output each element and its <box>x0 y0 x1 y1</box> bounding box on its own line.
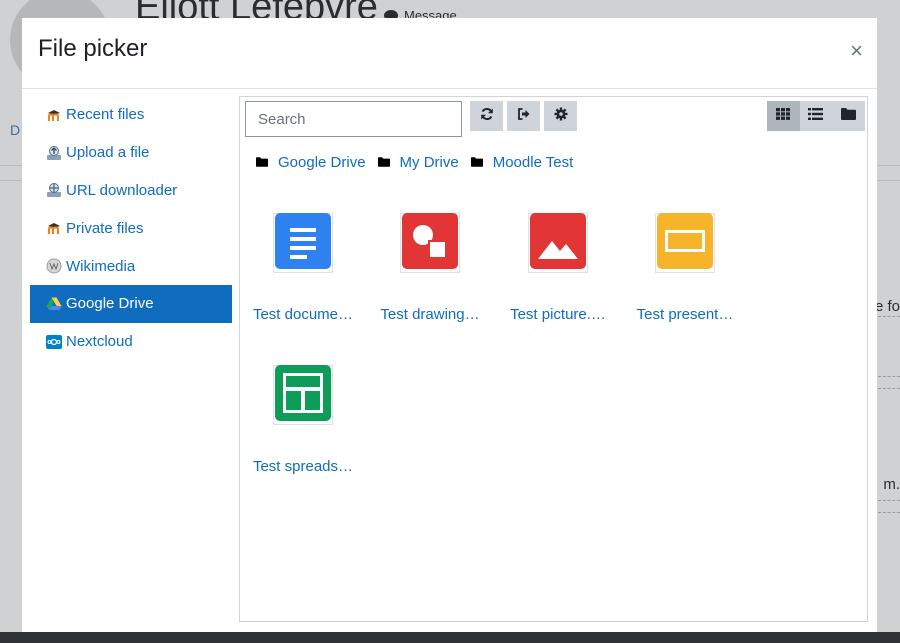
breadcrumb: Google Drive My Drive Moodle Test <box>256 154 585 171</box>
google-drive-icon <box>46 296 62 312</box>
repo-wikimedia[interactable]: Wikimedia <box>30 247 232 285</box>
repo-label: Wikimedia <box>66 257 136 275</box>
repo-nextcloud[interactable]: Nextcloud <box>30 323 232 361</box>
file-name: Test picture.… <box>510 306 606 323</box>
divider <box>878 388 900 389</box>
file-thumbnail <box>655 212 715 274</box>
search-input[interactable] <box>245 101 462 137</box>
logout-icon <box>517 107 531 126</box>
file-item-drawing[interactable]: Test drawing… <box>375 212 485 323</box>
repo-url-downloader[interactable]: URL downloader <box>30 172 232 210</box>
google-sheets-icon <box>275 364 331 426</box>
repo-label: Recent files <box>66 106 145 124</box>
refresh-icon <box>480 107 494 126</box>
file-browser-panel: Google Drive My Drive Moodle Test <box>239 96 868 622</box>
breadcrumb-item[interactable]: Google Drive <box>256 154 366 171</box>
breadcrumb-label: Google Drive <box>278 154 366 171</box>
repo-upload-file[interactable]: Upload a file <box>30 134 232 172</box>
breadcrumb-item[interactable]: Moodle Test <box>470 154 574 171</box>
grid-icon <box>776 107 791 125</box>
dialog-header: File picker × <box>22 18 877 89</box>
folder-icon <box>840 107 856 125</box>
moodle-icon <box>46 107 62 123</box>
image-icon <box>530 212 586 274</box>
file-thumbnail <box>400 212 460 274</box>
refresh-button[interactable] <box>470 101 503 131</box>
folder-icon <box>377 154 390 171</box>
list-view-button[interactable] <box>799 101 833 131</box>
file-picker-dialog: File picker × Recent files Upload a file… <box>22 18 877 632</box>
nextcloud-icon <box>46 334 62 350</box>
file-thumbnail <box>528 212 588 274</box>
divider <box>878 500 900 501</box>
file-item-spreadsheet[interactable]: Test spreads… <box>248 364 358 475</box>
divider <box>878 512 900 513</box>
moodle-icon <box>46 220 62 236</box>
repo-label: URL downloader <box>66 181 178 199</box>
breadcrumb-label: Moodle Test <box>492 154 574 171</box>
file-name: Test spreads… <box>252 458 354 475</box>
tree-view-button[interactable] <box>832 101 865 131</box>
breadcrumb-item[interactable]: My Drive <box>377 154 459 171</box>
file-thumbnail <box>273 364 333 426</box>
file-name: Test drawing… <box>380 306 480 323</box>
repo-google-drive[interactable]: Google Drive <box>30 284 232 323</box>
google-drawings-icon <box>402 212 458 274</box>
url-icon <box>46 182 62 198</box>
footer-bar <box>0 632 900 643</box>
google-docs-icon <box>275 212 331 274</box>
repo-label: Nextcloud <box>66 333 133 351</box>
upload-icon <box>46 145 62 161</box>
repo-private-files[interactable]: Private files <box>30 209 232 247</box>
google-slides-icon <box>657 212 713 274</box>
file-item-presentation[interactable]: Test present… <box>630 212 740 323</box>
close-button[interactable]: × <box>850 40 863 62</box>
icons-view-button[interactable] <box>767 101 800 131</box>
folder-icon <box>256 154 268 171</box>
repository-list: Recent files Upload a file URL downloade… <box>30 96 232 361</box>
view-switcher <box>767 101 865 131</box>
repo-label: Upload a file <box>66 144 150 162</box>
background-text: m. <box>883 476 900 493</box>
background-tab-letter: D <box>10 122 21 138</box>
settings-button[interactable] <box>544 101 577 131</box>
file-item-picture[interactable]: Test picture.… <box>503 212 613 323</box>
file-item-document[interactable]: Test docume… <box>248 212 358 323</box>
dialog-title: File picker <box>38 35 148 62</box>
breadcrumb-label: My Drive <box>399 154 459 171</box>
file-toolbar: Google Drive My Drive Moodle Test <box>240 97 867 180</box>
list-icon <box>808 107 824 125</box>
file-name: Test present… <box>636 306 734 323</box>
repo-label: Google Drive <box>66 295 154 313</box>
divider <box>878 376 900 377</box>
logout-button[interactable] <box>507 101 540 131</box>
repo-label: Private files <box>66 219 144 237</box>
folder-icon <box>470 154 483 171</box>
file-name: Test docume… <box>252 306 354 323</box>
divider <box>878 316 900 317</box>
repo-recent-files[interactable]: Recent files <box>30 96 232 134</box>
gear-icon <box>554 107 568 126</box>
background-text: e fo <box>874 298 900 315</box>
file-thumbnail <box>273 212 333 274</box>
wikimedia-icon <box>46 258 62 274</box>
